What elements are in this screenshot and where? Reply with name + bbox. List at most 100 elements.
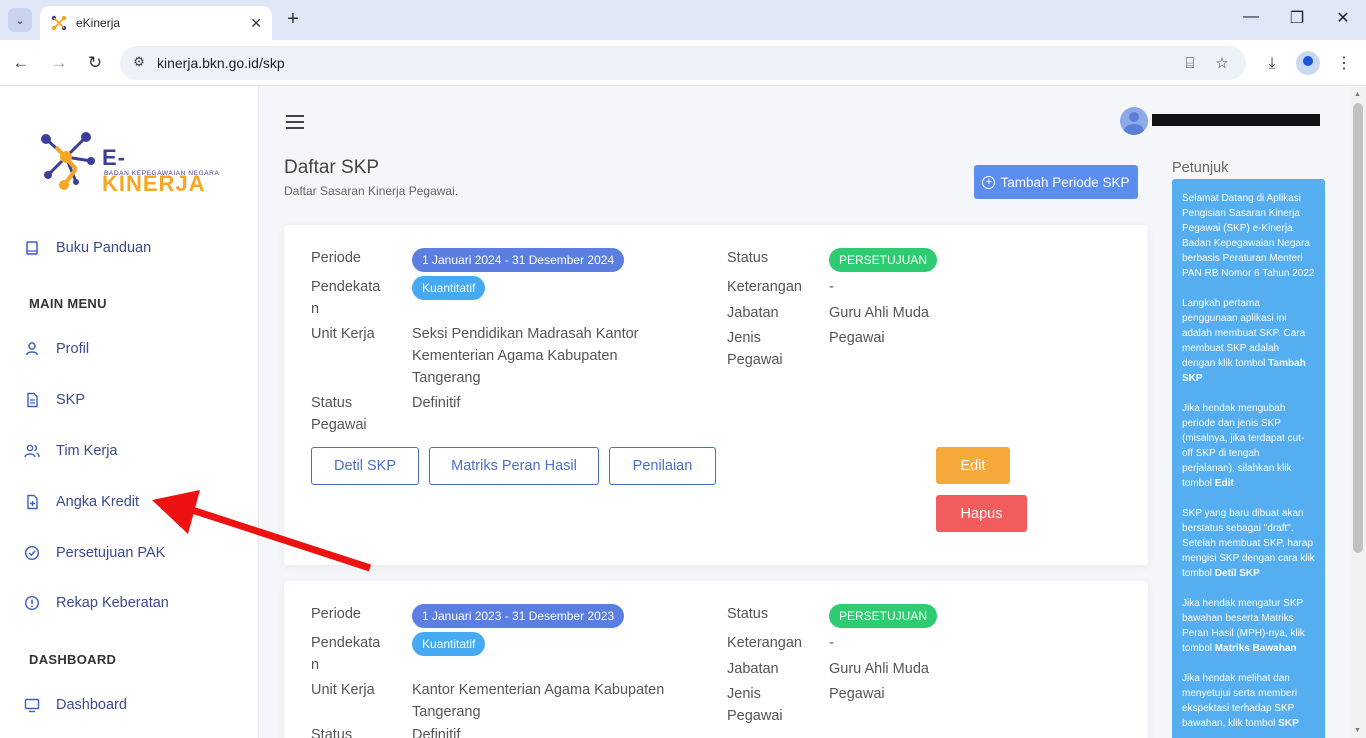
pendekatan-badge: Kuantitatif xyxy=(412,276,486,300)
user-icon xyxy=(25,342,39,356)
check-circle-icon xyxy=(24,545,40,561)
site-info-icon[interactable]: ⚙ xyxy=(130,54,148,72)
unit-kerja-line: Seksi Pendidikan Madrasah Kantor xyxy=(412,326,639,342)
keterangan-label: Keterangan xyxy=(727,635,802,651)
tab-search-button[interactable]: ⌄ xyxy=(8,8,32,32)
main-menu-heading: MAIN MENU xyxy=(29,296,107,311)
sidebar-item-rekap-keberatan[interactable]: Rekap Keberatan xyxy=(24,591,169,615)
address-bar[interactable]: ⚙ kinerja.bkn.go.id/skp ⌸ ☆ xyxy=(120,46,1246,80)
jabatan-label: Jabatan xyxy=(727,661,779,677)
jenis-pegawai-label-wrap: Pegawai xyxy=(727,708,783,724)
file-plus-icon xyxy=(27,494,38,510)
sidebar-item-persetujuan-pak[interactable]: Persetujuan PAK xyxy=(24,541,165,565)
pendekatan-label: Pendekata xyxy=(311,635,381,651)
jenis-pegawai-value: Pegawai xyxy=(829,330,885,346)
penilaian-button[interactable]: Penilaian xyxy=(609,447,716,485)
sidebar-item-buku-panduan[interactable]: Buku Panduan xyxy=(24,236,151,260)
reload-button[interactable]: ↻ xyxy=(84,52,106,74)
jenis-pegawai-label-wrap: Pegawai xyxy=(727,352,783,368)
periode-label: Periode xyxy=(311,606,361,622)
unit-kerja-line: Kementerian Agama Kabupaten xyxy=(412,348,618,364)
petunjuk-paragraph: Jika hendak mengatur SKP bawahan beserta… xyxy=(1182,598,1305,654)
minimize-button[interactable]: — xyxy=(1236,8,1266,26)
jabatan-value: Guru Ahli Muda xyxy=(829,305,929,321)
sidebar: E-KINERJA BADAN KEPEGAWAIAN NEGARA Buku … xyxy=(0,87,259,738)
jabatan-value: Guru Ahli Muda xyxy=(829,661,929,677)
logo-mark-icon xyxy=(41,132,95,190)
status-badge: PERSETUJUAN xyxy=(829,604,938,628)
pendekatan-label-wrap: n xyxy=(311,301,320,317)
pendekatan-label-wrap: n xyxy=(311,657,320,673)
window-close-button[interactable]: ✕ xyxy=(1328,8,1358,28)
new-tab-button[interactable]: + xyxy=(282,8,304,30)
plus-circle-icon: + xyxy=(982,175,996,189)
pendekatan-badge: Kuantitatif xyxy=(412,632,486,656)
jenis-pegawai-label: Jenis xyxy=(727,686,761,702)
skp-card: Periode 1 Januari 2024 - 31 Desember 202… xyxy=(284,225,1148,565)
scroll-down-icon[interactable]: ▼ xyxy=(1354,727,1361,734)
petunjuk-panel: Selamat Datang di Aplikasi Pengisian Sas… xyxy=(1172,179,1325,738)
keterangan-value: - xyxy=(829,635,834,651)
edit-button[interactable]: Edit xyxy=(936,447,1010,484)
hamburger-menu-icon[interactable] xyxy=(286,115,304,129)
petunjuk-paragraph: Jika hendak melihat dan menyetujui serta… xyxy=(1182,673,1299,729)
sidebar-item-label: Profil xyxy=(56,341,90,357)
matriks-peran-hasil-button[interactable]: Matriks Peran Hasil xyxy=(429,447,599,485)
unit-kerja-label: Unit Kerja xyxy=(311,326,375,342)
restore-button[interactable]: ❐ xyxy=(1282,8,1312,28)
download-icon[interactable]: ⤓ xyxy=(1260,52,1284,76)
unit-kerja-line: Tangerang xyxy=(412,704,481,720)
scroll-up-icon[interactable]: ▲ xyxy=(1354,91,1361,98)
tab-close-icon[interactable]: ✕ xyxy=(250,15,262,32)
annotation-arrow-icon xyxy=(152,490,372,572)
logo-subtext: BADAN KEPEGAWAIAN NEGARA xyxy=(104,170,220,177)
translate-icon[interactable]: ⌸ xyxy=(1180,54,1200,74)
page-scrollbar[interactable]: ▲ ▼ xyxy=(1350,87,1366,738)
status-pegawai-label: Status xyxy=(311,395,353,411)
skp-card: Periode 1 Januari 2023 - 31 Desember 202… xyxy=(284,581,1148,738)
sidebar-item-label: Angka Kredit xyxy=(56,494,140,510)
sidebar-item-label: Persetujuan PAK xyxy=(56,545,166,561)
sidebar-item-skp[interactable]: SKP xyxy=(24,388,85,412)
user-name-redacted[interactable] xyxy=(1152,114,1320,126)
periode-label: Periode xyxy=(311,250,361,266)
hapus-button[interactable]: Hapus xyxy=(936,495,1027,532)
sidebar-item-label: SKP xyxy=(56,392,86,408)
document-icon xyxy=(27,392,38,408)
add-periode-skp-button[interactable]: + Tambah Periode SKP xyxy=(974,165,1138,199)
browser-menu-icon[interactable]: ⋮ xyxy=(1332,52,1356,76)
pendekatan-label: Pendekata xyxy=(311,279,381,295)
forward-button[interactable]: → xyxy=(48,52,70,74)
sidebar-item-profil[interactable]: Profil xyxy=(24,337,89,361)
status-pegawai-value: Definitif xyxy=(412,395,461,411)
browser-toolbar: ← → ↻ ⚙ kinerja.bkn.go.id/skp ⌸ ☆ ⤓ ⋮ xyxy=(0,40,1366,86)
petunjuk-paragraph: SKP yang baru dibuat akan berstatus seba… xyxy=(1182,508,1315,579)
sidebar-item-label: Buku Panduan xyxy=(56,240,152,256)
ekinerja-favicon xyxy=(51,15,67,31)
petunjuk-paragraph: Selamat Datang di Aplikasi Pengisian Sas… xyxy=(1182,193,1315,279)
periode-badge: 1 Januari 2023 - 31 Desember 2023 xyxy=(412,604,625,628)
sidebar-item-label: Tim Kerja xyxy=(56,443,118,459)
sidebar-item-dashboard[interactable]: Dashboard xyxy=(24,693,127,717)
scrollbar-thumb[interactable] xyxy=(1353,103,1363,553)
petunjuk-paragraph: Jika hendak mengubah periode dan jenis S… xyxy=(1182,403,1305,489)
dashboard-heading: DASHBOARD xyxy=(29,652,117,667)
keterangan-label: Keterangan xyxy=(727,279,802,295)
sidebar-item-angka-kredit[interactable]: Angka Kredit xyxy=(24,490,139,514)
sidebar-item-tim-kerja[interactable]: Tim Kerja xyxy=(24,439,118,463)
user-avatar[interactable] xyxy=(1120,107,1148,135)
bookmark-star-icon[interactable]: ☆ xyxy=(1212,54,1232,74)
alert-circle-icon xyxy=(24,595,40,611)
detil-skp-button[interactable]: Detil SKP xyxy=(311,447,419,485)
main-content: Daftar SKP Daftar Sasaran Kinerja Pegawa… xyxy=(260,87,1350,738)
status-label: Status xyxy=(727,250,769,266)
status-pegawai-value: Definitif xyxy=(412,727,461,738)
url-text[interactable]: kinerja.bkn.go.id/skp xyxy=(157,55,285,71)
periode-badge: 1 Januari 2024 - 31 Desember 2024 xyxy=(412,248,625,272)
ekinerja-logo[interactable]: E-KINERJA BADAN KEPEGAWAIAN NEGARA xyxy=(36,127,226,197)
book-icon xyxy=(26,241,38,255)
back-button[interactable]: ← xyxy=(10,52,32,74)
browser-profile-icon[interactable] xyxy=(1296,51,1320,75)
jabatan-label: Jabatan xyxy=(727,305,779,321)
browser-tab[interactable]: eKinerja ✕ xyxy=(40,6,272,40)
